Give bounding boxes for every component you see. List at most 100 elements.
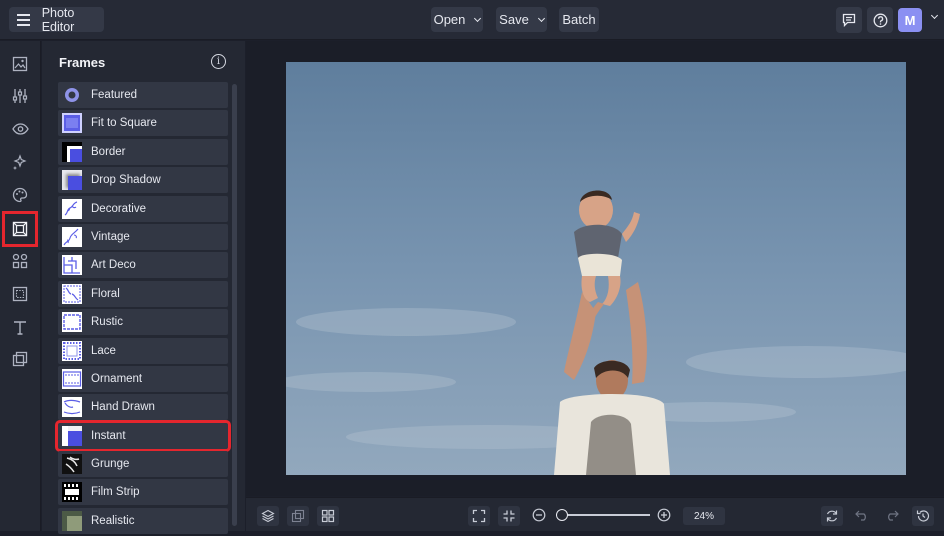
batch-label: Batch (562, 12, 596, 27)
eye-icon[interactable] (8, 117, 32, 141)
zoom-in-icon[interactable] (657, 508, 671, 522)
frame-thumb (62, 170, 82, 191)
frame-thumb (62, 226, 82, 247)
zoom-value[interactable]: 24% (683, 507, 725, 525)
list-item-label: Rustic (91, 316, 123, 329)
frame-category-fit-to-square[interactable]: Fit to Square (58, 110, 228, 137)
list-item-label: Lace (91, 344, 116, 357)
frame-thumb (62, 425, 82, 446)
comment-icon (842, 13, 856, 27)
frame-category-hand-drawn[interactable]: Hand Drawn (58, 394, 228, 421)
chevron-down-icon (474, 14, 482, 22)
frame-category-drop-shadow[interactable]: Drop Shadow (58, 167, 228, 194)
frames-icon[interactable] (2, 211, 38, 247)
magic-sparkle-icon[interactable] (8, 150, 32, 174)
frame-thumb (62, 283, 82, 304)
frame-thumb (62, 482, 82, 503)
list-item-label: Vintage (91, 230, 130, 243)
list-item-label: Fit to Square (91, 117, 157, 130)
frame-category-decorative[interactable]: Decorative (58, 195, 228, 222)
list-item-label: Film Strip (91, 486, 140, 499)
expand-icon (472, 509, 486, 523)
top-bar: Photo Editor Open Save Batch M (0, 0, 944, 40)
frame-category-featured[interactable]: Featured (58, 82, 228, 108)
zoom-slider-track[interactable] (556, 514, 650, 516)
actual-size-button[interactable] (498, 506, 520, 526)
menu-button[interactable]: Photo Editor (9, 5, 104, 34)
frame-category-ornament[interactable]: Ornament (58, 365, 228, 392)
frame-category-art-deco[interactable]: Art Deco (58, 252, 228, 279)
list-item-label: Drop Shadow (91, 174, 161, 187)
help-button[interactable] (867, 7, 893, 33)
feedback-button[interactable] (836, 7, 862, 33)
texture-icon[interactable] (8, 282, 32, 306)
save-label: Save (499, 12, 529, 27)
hamburger-icon (17, 13, 30, 26)
list-item-label: Featured (91, 89, 138, 101)
list-item-label: Border (91, 145, 126, 158)
app-title: Photo Editor (41, 5, 75, 34)
list-item-label: Art Deco (91, 259, 136, 272)
frame-category-vintage[interactable]: Vintage (58, 223, 228, 250)
image-icon[interactable] (8, 52, 32, 76)
panel-title: Frames (59, 55, 106, 70)
collapse-icon (503, 510, 515, 522)
fit-screen-button[interactable] (468, 506, 490, 526)
grid-button[interactable] (317, 506, 339, 526)
frame-category-list: Featured Fit to Square Border Drop Shado… (55, 82, 231, 536)
palette-icon[interactable] (8, 183, 32, 207)
info-icon[interactable]: i (211, 54, 226, 69)
badge-icon (62, 85, 82, 105)
list-item-label: Hand Drawn (91, 401, 155, 414)
frame-thumb (62, 454, 82, 475)
layers-icon (261, 509, 275, 523)
save-button[interactable]: Save (496, 7, 547, 32)
redo-icon[interactable] (885, 509, 899, 521)
grid-icon (321, 509, 335, 523)
frame-category-lace[interactable]: Lace (58, 337, 228, 364)
list-item-label: Decorative (91, 202, 146, 215)
text-icon[interactable] (8, 315, 32, 339)
frame-thumb (62, 340, 82, 361)
frame-thumb (62, 510, 82, 531)
layers-button[interactable] (257, 506, 279, 526)
frame-thumb (62, 141, 82, 162)
account-chevron-icon[interactable] (930, 11, 939, 20)
undo-icon[interactable] (855, 509, 869, 521)
open-label: Open (433, 12, 466, 27)
frame-thumb (62, 198, 82, 219)
frame-category-border[interactable]: Border (58, 138, 228, 165)
adjustments-icon[interactable] (8, 84, 32, 108)
frame-thumb (62, 113, 82, 134)
avatar[interactable]: M (898, 8, 922, 32)
batch-button[interactable]: Batch (559, 7, 599, 32)
frame-category-film-strip[interactable]: Film Strip (58, 479, 228, 506)
frame-thumb (62, 368, 82, 389)
frame-category-instant[interactable]: Instant (55, 419, 231, 452)
shapes-icon[interactable] (8, 249, 32, 273)
list-item-label: Floral (91, 287, 120, 300)
zoom-out-icon[interactable] (532, 508, 546, 522)
overlay-icon[interactable] (8, 347, 32, 371)
list-item-label: Ornament (91, 372, 143, 385)
history-button[interactable] (912, 506, 934, 526)
list-item-label: Instant (91, 429, 126, 442)
compare-icon (291, 509, 305, 523)
frame-category-rustic[interactable]: Rustic (58, 309, 228, 336)
frame-category-floral[interactable]: Floral (58, 280, 228, 307)
help-icon (873, 13, 887, 27)
rotate-button[interactable] (821, 506, 843, 526)
photo-canvas[interactable] (286, 62, 906, 475)
refresh-icon (826, 510, 838, 522)
open-button[interactable]: Open (431, 7, 483, 32)
panel-scrollbar[interactable] (232, 84, 237, 526)
frame-thumb (62, 397, 82, 418)
chevron-down-icon (537, 14, 545, 22)
frame-category-realistic[interactable]: Realistic (58, 507, 228, 534)
compare-button[interactable] (287, 506, 309, 526)
frame-category-grunge[interactable]: Grunge (58, 451, 228, 478)
frame-thumb (62, 255, 82, 276)
history-icon (916, 510, 930, 522)
tool-rail (0, 41, 41, 531)
zoom-slider-handle[interactable] (556, 509, 568, 521)
